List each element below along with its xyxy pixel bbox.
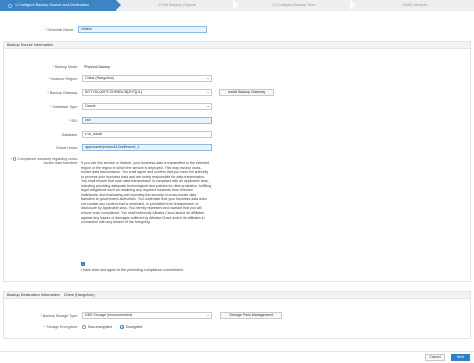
step-4: 4.Edit Lifecycle	[355, 0, 474, 11]
chevron-down-icon	[207, 315, 210, 317]
steps-bar: 1.Configure Backup Source and Destinatio…	[0, 0, 474, 11]
backup-gateway-select[interactable]: BGTYDL00IPC7IHR8DCB[ZHT][JL]	[82, 89, 212, 96]
step-2-label: 2.Edit Backup Objects	[158, 3, 196, 8]
instance-region-select[interactable]: China (Hangzhou)	[82, 75, 212, 82]
sid-label: *SID:	[68, 119, 78, 123]
backup-mode-label: *Backup Mode:	[52, 65, 78, 69]
backup-storage-type-select[interactable]: DBS Storage (recommended)	[82, 312, 212, 319]
sid-input[interactable]: orcl	[82, 117, 212, 124]
chevron-down-icon	[207, 78, 210, 80]
database-input[interactable]: c:\a_\ss\db	[82, 131, 212, 138]
non-encrypted-radio[interactable]	[82, 325, 86, 329]
footer-divider	[0, 351, 474, 352]
cancel-button[interactable]: Cancel	[425, 354, 445, 361]
next-button[interactable]: Next	[451, 354, 470, 361]
backup-destination-section	[3, 299, 471, 339]
encrypted-radio[interactable]	[120, 325, 124, 329]
check-icon	[82, 263, 84, 265]
backup-destination-header: Backup Destination Information China (Ha…	[3, 291, 471, 299]
question-icon	[12, 157, 17, 161]
backup-mode-value: Physical Backup	[84, 65, 111, 69]
install-backup-gateway-button[interactable]: Install Backup Gateway	[219, 89, 274, 96]
step-4-label: 4.Edit Lifecycle	[401, 3, 428, 8]
step-2: 2.Edit Backup Objects	[121, 0, 233, 11]
agree-checkbox[interactable]	[81, 262, 85, 266]
oracle-home-label: Oracle Home:	[55, 146, 78, 150]
step-active-icon	[7, 3, 12, 8]
encrypted-label: Encrypted	[126, 325, 143, 329]
agree-text: I have read and agree to the preceding c…	[81, 268, 184, 272]
schedule-name-input[interactable]: zhttest	[78, 26, 207, 33]
destination-region: China (Hangzhou)	[63, 292, 95, 297]
instance-region-label: *Instance Region:	[48, 77, 78, 81]
schedule-name-label: *Schedule Name:	[45, 28, 74, 32]
database-type-select[interactable]: Oracle	[82, 103, 212, 110]
storage-encryption-label: *Storage Encryption:	[44, 325, 78, 329]
database-type-label: *Database Type:	[50, 105, 78, 109]
storage-pack-management-button[interactable]: Storage Pack Management	[220, 312, 282, 319]
backup-gateway-label: *Backup Gateway:	[47, 91, 78, 95]
backup-storage-type-label: *Backup Storage Type:	[40, 314, 78, 318]
backup-source-header: Backup Source Information	[3, 41, 471, 49]
step-3-label: 3.Configure Backup Time	[272, 3, 316, 8]
compliance-text: If you use this service or feature, your…	[81, 161, 211, 225]
chevron-down-icon	[207, 106, 210, 108]
chevron-down-icon	[207, 92, 210, 94]
compliance-label: * Compliance warranty regarding cross-bor…	[10, 157, 78, 166]
non-encrypted-label: Non-encrypted	[88, 325, 112, 329]
step-1-label: 1.Configure Backup Source and Destinatio…	[15, 3, 89, 8]
step-1: 1.Configure Backup Source and Destinatio…	[0, 0, 116, 11]
oracle-home-input[interactable]: app\oracle\product\12c\dbhome_1	[82, 144, 212, 151]
database-label: Database:	[61, 133, 78, 137]
step-3: 3.Configure Backup Time	[238, 0, 350, 11]
